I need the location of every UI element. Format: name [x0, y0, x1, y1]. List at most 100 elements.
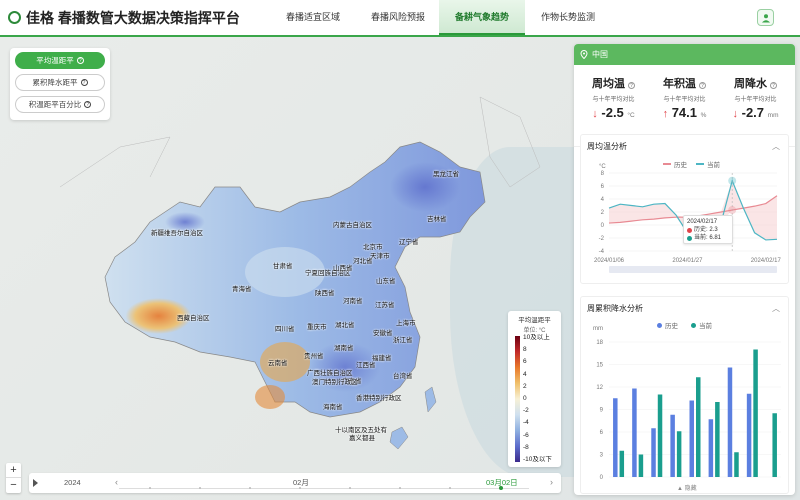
highlight-point-current	[728, 176, 737, 185]
arrow-down-icon: ↓	[592, 108, 598, 120]
y-tick-label: 12	[596, 385, 603, 391]
metric-avg-temp-anomaly-button[interactable]: 平均温距平 ?	[15, 52, 105, 69]
help-icon[interactable]: ?	[76, 57, 84, 64]
province-label: 重庆市	[307, 324, 327, 331]
tab-sowing-suitable-area[interactable]: 春播适宜区域	[269, 0, 357, 35]
province-label: 吉林省	[427, 216, 447, 223]
legend-label: 8	[523, 346, 527, 354]
y-tick-label: 8	[601, 171, 605, 177]
province-label: 台湾省	[393, 373, 413, 380]
province-label: 嘉义都县	[349, 435, 375, 442]
zoom-control: + −	[6, 463, 21, 493]
legend-label: 6	[523, 358, 527, 366]
legend-dot	[687, 235, 692, 241]
help-icon[interactable]: ?	[84, 101, 92, 108]
play-icon[interactable]	[33, 479, 38, 487]
y-tick-label: 6	[600, 430, 604, 436]
kpi-subtitle: 与十年平均对比	[592, 97, 635, 103]
tab-weather-trend[interactable]: 备耕气象趋势	[439, 0, 525, 35]
bar	[619, 450, 625, 477]
timeline-handle[interactable]	[499, 486, 503, 490]
legend-label: 4	[523, 370, 527, 378]
y-tick-label: -4	[599, 249, 605, 255]
timeline-tick	[399, 487, 401, 489]
tab-crop-growth[interactable]: 作物长势监测	[525, 0, 611, 35]
user-button[interactable]	[757, 9, 774, 26]
province-label: 上海市	[396, 320, 416, 327]
top-bar: 佳格 春播数管大数据决策指挥平台 春播适宜区域 春播风险预报 备耕气象趋势 作物…	[0, 0, 800, 37]
timeline-track[interactable]	[119, 488, 529, 489]
legend-label: -8	[523, 443, 529, 451]
province-label: 辽宁省	[399, 239, 419, 246]
y-tick-label: -2	[599, 236, 605, 242]
legend-label: -2	[523, 407, 529, 415]
collapse-label: 隐藏	[684, 486, 697, 492]
metric-precip-anomaly-button[interactable]: 累积降水距平 ?	[15, 74, 105, 91]
province-label: 甘肃省	[273, 263, 293, 270]
bar	[753, 349, 758, 477]
bar	[746, 393, 752, 477]
bar	[696, 377, 701, 477]
map-legend: 平均温距平 单位: °C 10及以上 8 6 4 2 0 -2 -4 -6 -8…	[508, 311, 561, 467]
x-tick-label: 2024/01/27	[672, 258, 703, 264]
y-tick-label: 4	[601, 197, 605, 203]
user-icon	[761, 13, 770, 22]
y-tick-label: 9	[600, 408, 604, 414]
legend-labels: 10及以上 8 6 4 2 0 -2 -4 -6 -8 -10及以下	[523, 334, 559, 464]
legend-unit: 单位: °C	[523, 328, 546, 334]
timeline-bar[interactable]: 2024 ‹ 02月 03月02日 ›	[29, 473, 561, 493]
legend-label: 2	[523, 382, 527, 390]
tab-sowing-risk-forecast[interactable]: 春播风险预报	[357, 0, 439, 35]
province-label: 海南省	[323, 404, 343, 411]
location-pin-icon	[580, 50, 588, 59]
bar	[651, 428, 656, 477]
bar	[708, 419, 714, 477]
province-label: 河南省	[343, 298, 363, 305]
x-tick-label: 2024/01/06	[594, 258, 625, 264]
legend-label: 10及以上	[523, 334, 550, 341]
zoom-in-button[interactable]: +	[6, 463, 21, 478]
legend-label: 0	[523, 394, 527, 402]
timeline-tick	[449, 487, 451, 489]
province-label: 黑龙江省	[433, 171, 459, 178]
legend-dot	[687, 227, 692, 233]
zoom-out-button[interactable]: −	[6, 478, 21, 493]
legend-title: 平均温距平	[518, 317, 551, 324]
timeline-tick	[249, 487, 251, 489]
temp-line-chart[interactable]: °C -4 -2 0 2 4 6 8 2024/01/06 2024/01/27 2024/02/1…	[581, 135, 790, 285]
collapse-button[interactable]: ▲ 隐藏	[677, 483, 697, 492]
province-label: 陕西省	[315, 290, 335, 297]
province-label: 江苏省	[375, 302, 395, 309]
legend-label: -6	[523, 431, 529, 439]
metric-accum-temp-percent-button[interactable]: 积温距平百分比 ?	[15, 96, 105, 113]
kpi-value: -2.7	[741, 105, 765, 120]
arrow-down-icon: ↓	[732, 108, 739, 120]
kpi-title: 周均温	[591, 78, 625, 90]
timeline-month: 02月	[293, 478, 309, 487]
bar	[657, 394, 663, 477]
bar	[632, 388, 637, 477]
precip-bar-chart[interactable]: mm 0 3 6 9 12 15 18	[581, 297, 790, 495]
kpi-value: -2.5	[601, 105, 624, 120]
legend-color-bar	[515, 336, 520, 462]
help-icon[interactable]: ?	[699, 82, 707, 89]
province-label: 西藏自治区	[177, 315, 210, 322]
region-name: 中国	[592, 50, 608, 59]
chart-tooltip: 2024/02/17 历史: 2.3 当前: 6.81	[683, 215, 733, 244]
province-label: 青海省	[232, 286, 252, 293]
timeline-year: 2024	[64, 478, 81, 487]
bar	[689, 400, 694, 477]
help-icon[interactable]: ?	[80, 79, 88, 86]
help-icon[interactable]: ?	[770, 82, 778, 89]
analysis-panel: 中国 周均温 ? 与十年平均对比 ↓ -2.5 °C 年积温 ? 与十年平均对比…	[574, 44, 795, 495]
province-label: 浙江省	[393, 337, 413, 344]
province-label: 河北省	[353, 258, 373, 265]
kpi-unit: mm	[767, 112, 779, 119]
province-label: 内蒙古自治区	[333, 222, 372, 229]
province-label: 新疆维吾尔自治区	[151, 230, 203, 237]
chevron-left-icon[interactable]: ‹	[115, 477, 118, 487]
help-icon[interactable]: ?	[628, 82, 636, 89]
chevron-right-icon[interactable]: ›	[550, 477, 553, 487]
tooltip-curr: 当前: 6.81	[694, 235, 722, 241]
y-tick-label: 18	[596, 340, 603, 346]
